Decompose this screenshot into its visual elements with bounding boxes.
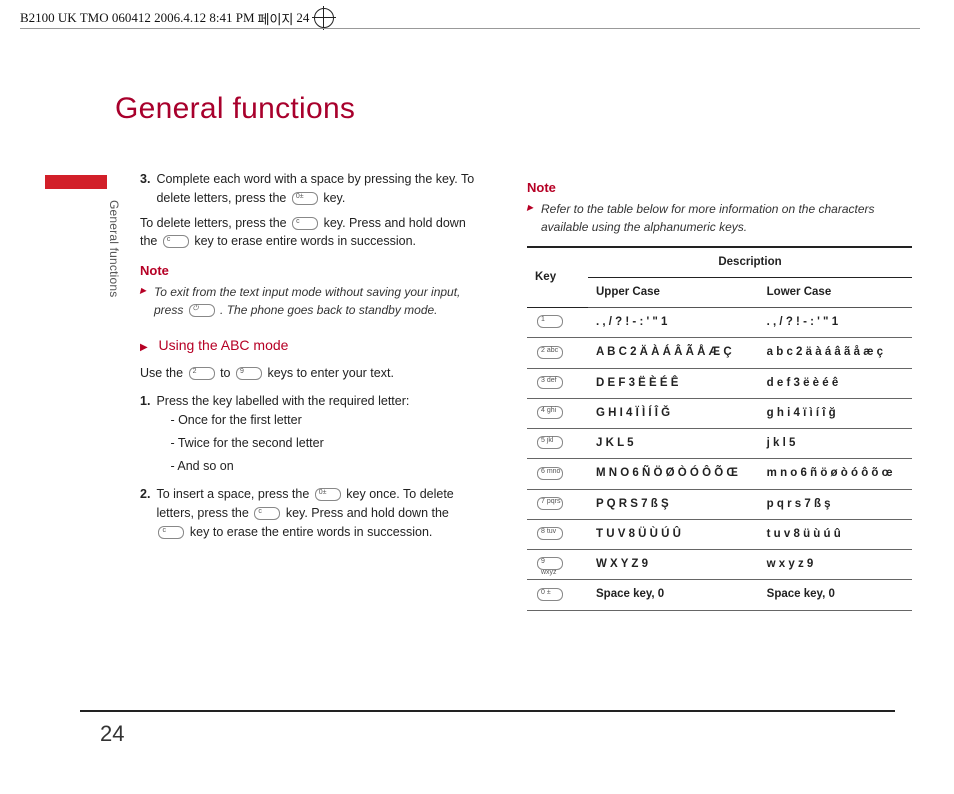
lower-cell: j k l 5	[759, 429, 912, 459]
note-heading: Note	[140, 261, 480, 281]
clear-key-icon	[292, 217, 318, 230]
dash-item: - And so on	[156, 457, 409, 476]
note-body: Refer to the table below for more inform…	[541, 200, 912, 236]
lower-cell: w x y z 9	[759, 550, 912, 580]
keypad-key-icon	[537, 467, 563, 480]
key-cell	[527, 398, 588, 428]
keypad-key-icon	[537, 436, 563, 449]
th-key: Key	[527, 247, 588, 308]
dash-item: - Once for the first letter	[156, 411, 409, 430]
table-row: Space key, 0Space key, 0	[527, 580, 912, 610]
upper-cell: W X Y Z 9	[588, 550, 759, 580]
step-text: To insert a space, press the key once. T…	[156, 485, 480, 541]
abc-mode-heading: Using the ABC mode	[140, 335, 480, 356]
lower-cell: d e f 3 ë è é ê	[759, 368, 912, 398]
zero-key-icon	[315, 488, 341, 501]
key-cell	[527, 459, 588, 489]
crop-mark-icon	[314, 8, 334, 28]
lower-cell: t u v 8 ü ù ú û	[759, 519, 912, 549]
use-line: Use the to keys to enter your text.	[140, 364, 480, 383]
keypad-key-icon	[537, 346, 563, 359]
keypad-key-icon	[537, 588, 563, 601]
keypad-key-icon	[537, 406, 563, 419]
lower-cell: p q r s 7 ß ş	[759, 489, 912, 519]
side-label: General functions	[107, 200, 121, 297]
table-row: P Q R S 7 ß Şp q r s 7 ß ş	[527, 489, 912, 519]
table-row: D E F 3 Ë È É Êd e f 3 ë è é ê	[527, 368, 912, 398]
table-row: M N O 6 Ñ Ö Ø Ò Ó Ô Õ Œm n o 6 ñ ö ø ò ó…	[527, 459, 912, 489]
table-row: . , / ? ! - : ' " 1. , / ? ! - : ' " 1	[527, 308, 912, 338]
upper-cell: A B C 2 Ä À Á Â Ã Å Æ Ç	[588, 338, 759, 368]
manual-page: B2100 UK TMO 060412 2006.4.12 8:41 PM 페이…	[0, 0, 954, 794]
two-key-icon	[189, 367, 215, 380]
keypad-key-icon	[537, 527, 563, 540]
doc-id: B2100 UK TMO 060412 2006.4.12 8:41 PM	[20, 10, 255, 26]
lower-cell: m n o 6 ñ ö ø ò ó ô õ œ	[759, 459, 912, 489]
clear-key-icon	[158, 526, 184, 539]
zero-key-icon	[292, 192, 318, 205]
key-cell	[527, 338, 588, 368]
upper-cell: M N O 6 Ñ Ö Ø Ò Ó Ô Õ Œ	[588, 459, 759, 489]
page-title: General functions	[115, 92, 355, 126]
table-row: T U V 8 Ü Ù Ú Ût u v 8 ü ù ú û	[527, 519, 912, 549]
step-text: Complete each word with a space by press…	[156, 170, 480, 208]
print-header: B2100 UK TMO 060412 2006.4.12 8:41 PM 페이…	[20, 8, 334, 28]
key-cell	[527, 308, 588, 338]
step-number: 1.	[140, 392, 150, 479]
header-rule	[20, 28, 920, 29]
table-row: G H I 4 Ï Ì Í Î Ğg h i 4 ï ì í î ğ	[527, 398, 912, 428]
char-table: Key Description Upper Case Lower Case . …	[527, 246, 912, 611]
note-body: To exit from the text input mode without…	[154, 283, 480, 319]
keypad-key-icon	[537, 376, 563, 389]
page-number: 24	[100, 721, 124, 747]
key-cell	[527, 550, 588, 580]
upper-cell: T U V 8 Ü Ù Ú Û	[588, 519, 759, 549]
key-cell	[527, 519, 588, 549]
key-cell	[527, 580, 588, 610]
lower-cell: a b c 2 ä à á â ã å æ ç	[759, 338, 912, 368]
step-3: 3. Complete each word with a space by pr…	[140, 170, 480, 208]
upper-cell: G H I 4 Ï Ì Í Î Ğ	[588, 398, 759, 428]
dash-item: - Twice for the second letter	[156, 434, 409, 453]
th-desc: Description	[588, 247, 912, 278]
keypad-key-icon	[537, 497, 563, 510]
step-1: 1. Press the key labelled with the requi…	[140, 392, 480, 479]
keypad-key-icon	[537, 315, 563, 328]
table-row: A B C 2 Ä À Á Â Ã Å Æ Ça b c 2 ä à á â ã…	[527, 338, 912, 368]
table-row: J K L 5j k l 5	[527, 429, 912, 459]
th-upper: Upper Case	[588, 277, 759, 307]
lower-cell: . , / ? ! - : ' " 1	[759, 308, 912, 338]
th-lower: Lower Case	[759, 277, 912, 307]
key-cell	[527, 429, 588, 459]
upper-cell: . , / ? ! - : ' " 1	[588, 308, 759, 338]
nine-key-icon	[236, 367, 262, 380]
clear-key-icon	[254, 507, 280, 520]
footer-rule	[80, 710, 895, 712]
step-text: Press the key labelled with the required…	[156, 392, 409, 479]
step-number: 2.	[140, 485, 150, 541]
chapter-tab	[45, 175, 107, 189]
key-cell	[527, 489, 588, 519]
lower-cell: g h i 4 ï ì í î ğ	[759, 398, 912, 428]
right-column: Note Refer to the table below for more i…	[527, 170, 912, 611]
step-2: 2. To insert a space, press the key once…	[140, 485, 480, 541]
page-word: 페이지	[258, 9, 294, 28]
left-column: 3. Complete each word with a space by pr…	[140, 170, 480, 548]
keypad-key-icon	[537, 557, 563, 570]
upper-cell: P Q R S 7 ß Ş	[588, 489, 759, 519]
step-number: 3.	[140, 170, 150, 208]
table-row: W X Y Z 9w x y z 9	[527, 550, 912, 580]
upper-cell: Space key, 0	[588, 580, 759, 610]
header-page-no: 24	[296, 10, 309, 26]
upper-cell: J K L 5	[588, 429, 759, 459]
lower-cell: Space key, 0	[759, 580, 912, 610]
clear-key-icon	[163, 235, 189, 248]
key-cell	[527, 368, 588, 398]
end-key-icon	[189, 304, 215, 317]
upper-cell: D E F 3 Ë È É Ê	[588, 368, 759, 398]
note-heading: Note	[527, 178, 912, 198]
delete-paragraph: To delete letters, press the key. Press …	[140, 214, 480, 252]
